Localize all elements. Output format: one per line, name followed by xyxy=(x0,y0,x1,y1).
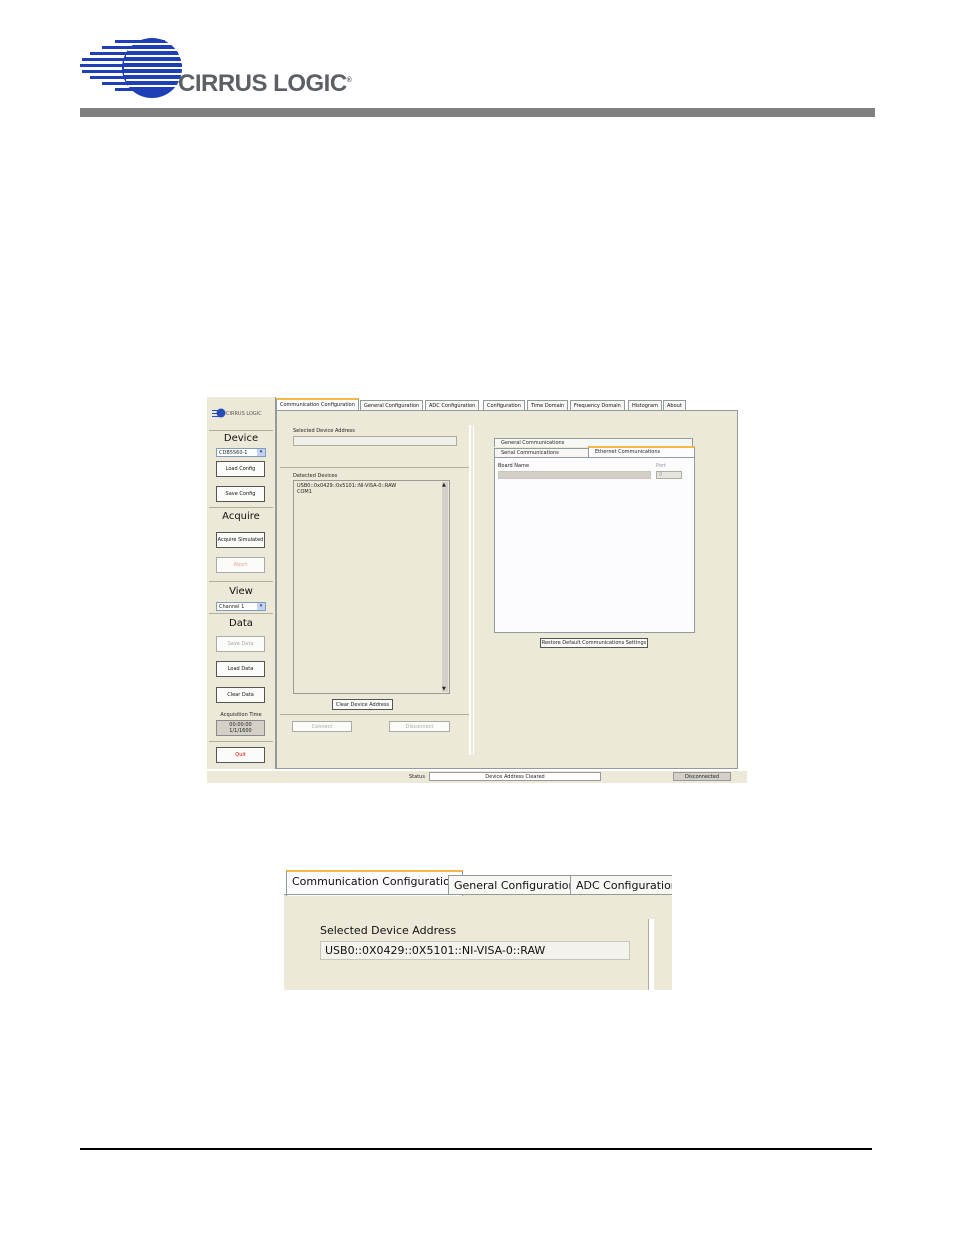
restore-default-settings-button[interactable]: Restore Default Communications Settings xyxy=(540,638,648,648)
header-rule xyxy=(80,108,875,117)
save-data-button[interactable]: Save Data xyxy=(216,636,265,652)
tab-general-configuration[interactable]: General Configuration xyxy=(448,875,582,895)
status-label: Status xyxy=(409,774,425,780)
section-divider xyxy=(280,467,469,468)
disconnect-button[interactable]: Disconnect xyxy=(389,721,450,732)
cirrus-logo-text: CIRRUS LOGIC® xyxy=(178,70,352,97)
sidebar-logo-text: CIRRUS LOGIC xyxy=(226,411,262,417)
scroll-up-icon[interactable]: ▲ xyxy=(442,482,446,488)
detected-devices-label: Detected Devices xyxy=(293,473,338,479)
cirrus-mini-logo-icon xyxy=(212,408,226,418)
app-window: CIRRUS LOGIC Device CDB5560-1 ▾ Load Con… xyxy=(207,397,747,789)
chevron-down-icon: ▾ xyxy=(257,603,265,610)
selected-address-field[interactable]: USB0::0X0429::0X5101::NI-VISA-0::RAW xyxy=(320,941,630,960)
acquisition-date-value: 1/1/1600 xyxy=(229,728,252,734)
ethernet-settings-panel: Board Name Port 0 xyxy=(494,457,695,633)
zoomed-address-view: Communication Configuration General Conf… xyxy=(284,869,672,990)
tab-adc-configuration[interactable]: ADC Configuration xyxy=(570,875,672,895)
acquire-divider xyxy=(209,507,273,508)
zoom-divider xyxy=(648,919,654,990)
channel-select-value: Channel 1 xyxy=(219,604,245,610)
connection-status: Disconnected xyxy=(673,772,731,781)
section-divider xyxy=(280,714,469,715)
channel-select[interactable]: Channel 1 ▾ xyxy=(216,602,266,611)
data-section-title: Data xyxy=(229,618,253,629)
communication-settings-column: General Communications Serial Communicat… xyxy=(473,425,737,755)
sidebar: CIRRUS LOGIC Device CDB5560-1 ▾ Load Con… xyxy=(207,397,276,769)
board-name-label: Board Name xyxy=(498,463,530,469)
acquisition-time-label: Acquisition Time xyxy=(220,712,262,718)
quit-button[interactable]: Quit xyxy=(216,747,265,763)
quit-divider xyxy=(209,741,273,742)
clear-device-address-button[interactable]: Clear Device Address xyxy=(332,699,393,710)
connect-button[interactable]: Connect xyxy=(292,721,352,732)
subtab-serial-communications[interactable]: Serial Communications xyxy=(494,448,590,457)
subtab-ethernet-communications[interactable]: Ethernet Communications xyxy=(588,446,695,457)
selected-address-field[interactable] xyxy=(293,436,457,446)
zoom-panel-border xyxy=(284,894,672,895)
load-config-button[interactable]: Load Config xyxy=(216,461,265,477)
device-section-title: Device xyxy=(223,433,259,444)
list-scrollbar[interactable]: ▲ ▼ xyxy=(442,482,448,692)
communication-panel: Selected Device Address Detected Devices… xyxy=(276,410,738,769)
abort-button[interactable]: Abort xyxy=(216,557,265,573)
view-divider xyxy=(209,581,273,582)
sidebar-logo: CIRRUS LOGIC xyxy=(212,407,272,419)
detected-devices-list[interactable]: USB0::0x0429::0x5101::NI-VISA-0::RAW COM… xyxy=(293,480,450,694)
board-name-field[interactable] xyxy=(498,471,651,479)
acquisition-time-box: 00:00:00 1/1/1600 xyxy=(216,720,265,736)
tab-communication-configuration[interactable]: Communication Configuration xyxy=(286,870,463,896)
device-address-column: Selected Device Address Detected Devices… xyxy=(280,425,471,755)
device-divider xyxy=(209,430,273,431)
data-divider xyxy=(209,613,273,614)
view-section-title: View xyxy=(229,586,253,597)
acquire-section-title: Acquire xyxy=(222,511,260,522)
cirrus-logo: CIRRUS LOGIC® xyxy=(80,38,360,103)
scroll-down-icon[interactable]: ▼ xyxy=(442,686,446,692)
chevron-down-icon: ▾ xyxy=(257,449,265,456)
status-message: Device Address Cleared xyxy=(429,772,601,781)
selected-address-label: Selected Device Address xyxy=(320,924,457,937)
footer-rule xyxy=(80,1148,872,1150)
save-config-button[interactable]: Save Config xyxy=(216,486,265,502)
cirrus-logo-mark-icon xyxy=(80,38,186,98)
selected-address-label: Selected Device Address xyxy=(293,428,355,434)
load-data-button[interactable]: Load Data xyxy=(216,661,265,677)
acquire-simulated-button[interactable]: Acquire Simulated xyxy=(216,532,265,548)
device-select-value: CDB5560-1 xyxy=(219,450,248,456)
list-item[interactable]: COM1 xyxy=(297,489,446,495)
device-select[interactable]: CDB5560-1 ▾ xyxy=(216,448,266,457)
port-field[interactable]: 0 xyxy=(656,471,682,479)
status-bar: Status Device Address Cleared Disconnect… xyxy=(207,771,747,783)
port-label: Port xyxy=(656,463,666,469)
clear-data-button[interactable]: Clear Data xyxy=(216,687,265,703)
